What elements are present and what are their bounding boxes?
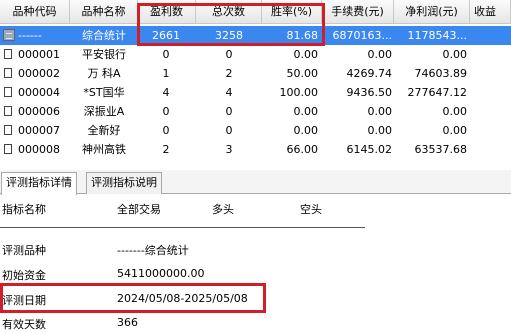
cell-fee: 0.00	[367, 124, 393, 137]
details-header-short: 空头	[300, 203, 322, 216]
table-row-summary[interactable]: ------ 综合统计 2661 3258 81.68 6870163... 1…	[0, 26, 511, 45]
tab-metric-details[interactable]: 评测指标详情	[1, 172, 77, 195]
cell-wins: 4	[162, 86, 170, 99]
table-row[interactable]: 000002 万 科A 1 2 50.00 4269.74 74603.89	[0, 64, 511, 83]
cell-code: ------	[18, 29, 42, 42]
cell-winrate: 0.00	[293, 124, 319, 137]
detail-value: 366	[117, 316, 138, 329]
cell-code: 000002	[18, 67, 60, 80]
cell-total: 4	[225, 86, 233, 99]
detail-value: 2024/05/08-2025/05/08	[117, 292, 248, 305]
row-checkbox[interactable]	[4, 87, 12, 97]
cell-name: 平安银行	[82, 48, 126, 61]
details-header-long: 多头	[212, 203, 234, 216]
cell-total: 2	[225, 67, 233, 80]
cell-name: 万 科A	[87, 67, 121, 80]
cell-winrate: 0.00	[293, 48, 319, 61]
cell-winrate: 50.00	[286, 67, 319, 80]
cell-winrate: 0.00	[293, 105, 319, 118]
cell-total: 3258	[215, 29, 243, 42]
cell-wins: 2661	[152, 29, 180, 42]
cell-code: 000006	[18, 105, 60, 118]
row-checkbox[interactable]	[4, 68, 12, 78]
cell-total: 0	[225, 124, 233, 137]
detail-label: 评测品种	[2, 244, 46, 257]
cell-fee: 0.00	[367, 48, 393, 61]
cell-winrate: 100.00	[279, 86, 319, 99]
cell-name: *ST国华	[83, 86, 125, 99]
tab-bar: 评测指标详情 评测指标说明	[0, 170, 511, 195]
cell-fee: 4269.74	[346, 67, 393, 80]
cell-wins: 0	[162, 48, 170, 61]
col-header-income[interactable]: 收益	[470, 0, 511, 24]
cell-name: 深振业A	[83, 105, 125, 118]
cell-name: 全新好	[87, 124, 121, 137]
cell-fee: 6870163...	[332, 29, 392, 42]
col-header-name[interactable]: 品种名称	[70, 0, 138, 24]
tab-metric-description[interactable]: 评测指标说明	[86, 172, 162, 194]
row-icon	[3, 29, 15, 41]
detail-value: -------综合统计	[117, 244, 189, 257]
details-header-metric: 指标名称	[2, 203, 46, 216]
cell-net-profit: 277647.12	[407, 86, 468, 99]
cell-winrate: 81.68	[286, 29, 319, 42]
detail-label: 有效天数	[2, 318, 46, 331]
cell-name: 综合统计	[82, 29, 126, 42]
table-row[interactable]: 000001 平安银行 0 0 0.00 0.00 0.00	[0, 45, 511, 64]
cell-wins: 0	[162, 124, 170, 137]
results-grid: 品种代码 品种名称 盈利数 总次数 胜率(%) 手续费(元) 净利润(元) 收益…	[0, 0, 511, 160]
row-checkbox[interactable]	[4, 125, 12, 135]
row-checkbox[interactable]	[4, 49, 12, 59]
cell-net-profit: 0.00	[442, 105, 468, 118]
cell-net-profit: 0.00	[442, 124, 468, 137]
cell-net-profit: 0.00	[442, 48, 468, 61]
col-header-net-profit[interactable]: 净利润(元)	[394, 0, 470, 24]
cell-code: 000007	[18, 124, 60, 137]
col-header-code[interactable]: 品种代码	[0, 0, 70, 24]
cell-total: 0	[225, 105, 233, 118]
table-row[interactable]: 000006 深振业A 0 0 0.00 0.00 0.00	[0, 102, 511, 121]
col-header-total[interactable]: 总次数	[196, 0, 262, 24]
table-row[interactable]	[0, 157, 511, 160]
row-checkbox[interactable]	[4, 144, 12, 154]
cell-net-profit: 74603.89	[414, 67, 468, 80]
detail-value: 5411000000.00	[117, 267, 205, 280]
cell-total: 0	[225, 48, 233, 61]
details-divider	[0, 227, 365, 228]
cell-wins: 1	[162, 67, 170, 80]
details-header-all: 全部交易	[117, 203, 161, 216]
detail-label: 初始资金	[2, 269, 46, 282]
col-header-winrate[interactable]: 胜率(%)	[262, 0, 322, 24]
cell-code: 000001	[18, 48, 60, 61]
cell-fee: 9436.50	[346, 86, 393, 99]
cell-code: 000004	[18, 86, 60, 99]
col-header-wins[interactable]: 盈利数	[138, 0, 196, 24]
cell-fee: 0.00	[367, 105, 393, 118]
table-row[interactable]: 000004 *ST国华 4 4 100.00 9436.50 277647.1…	[0, 83, 511, 102]
col-header-fee[interactable]: 手续费(元)	[322, 0, 394, 24]
row-checkbox[interactable]	[4, 106, 12, 116]
cell-wins: 0	[162, 105, 170, 118]
detail-label: 评测日期	[2, 294, 46, 307]
cell-net-profit: 1178543...	[407, 29, 467, 42]
table-row[interactable]: 000007 全新好 0 0 0.00 0.00 0.00	[0, 121, 511, 140]
